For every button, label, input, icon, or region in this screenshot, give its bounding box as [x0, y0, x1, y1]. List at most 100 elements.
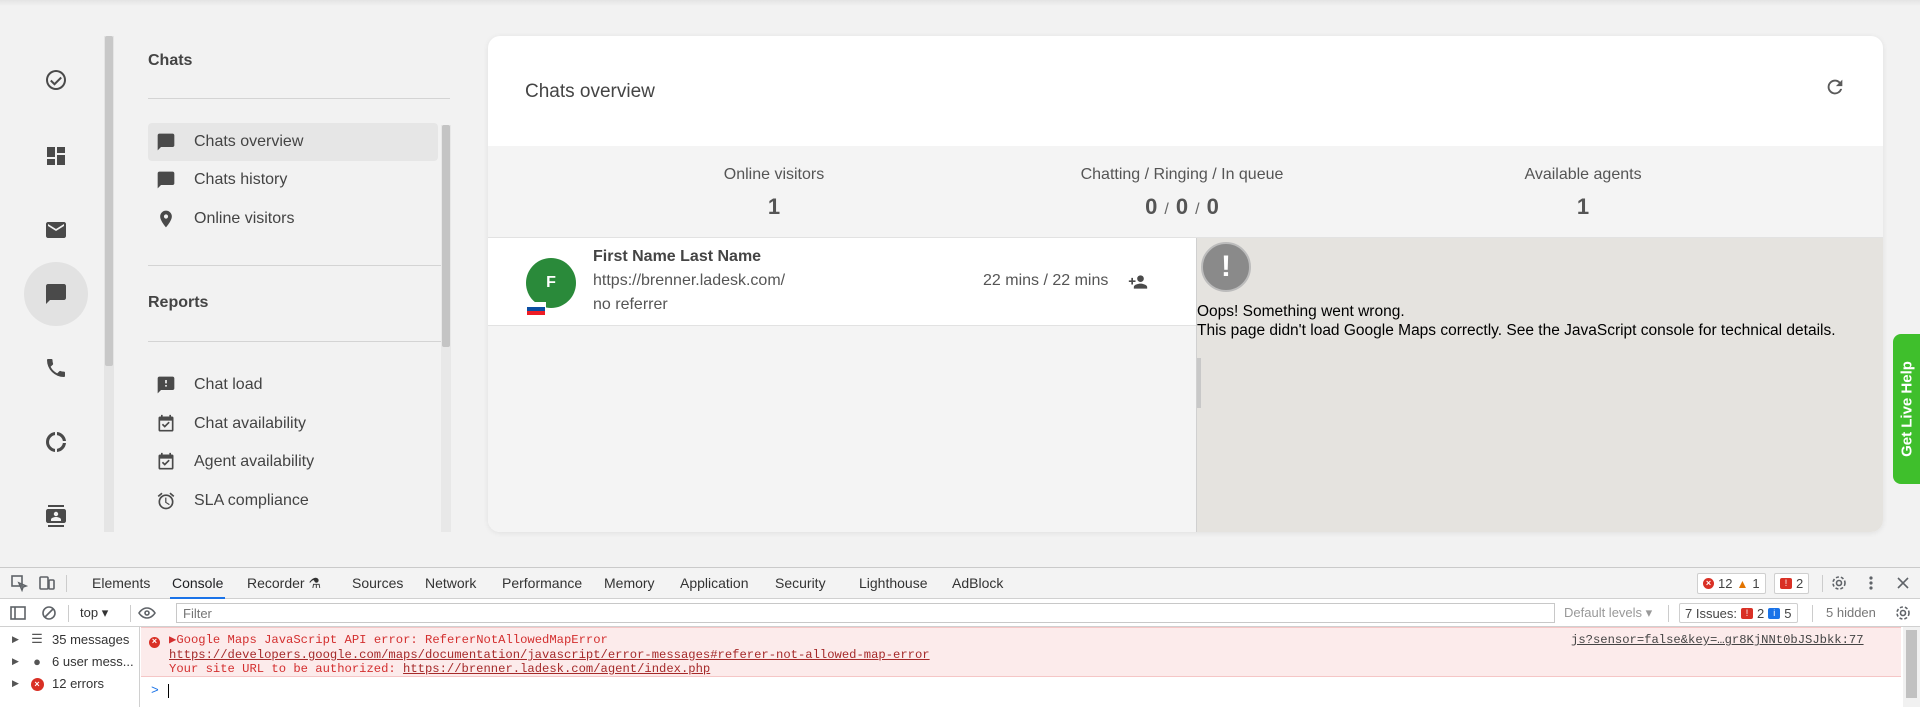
calendar-check-icon — [158, 452, 174, 470]
divider — [1812, 605, 1813, 622]
nav-item-label: Chats history — [194, 171, 288, 188]
tab-sources[interactable]: Sources — [350, 568, 405, 599]
page-title: Chats overview — [525, 81, 655, 102]
console-settings-gear-icon[interactable] — [1894, 604, 1912, 622]
nav-item-label: Chat availability — [194, 415, 307, 432]
devtools-tabbar: Elements Console Recorder ⚗ Sources Netw… — [0, 568, 1920, 599]
device-toolbar-icon[interactable] — [38, 574, 56, 592]
tab-security[interactable]: Security — [773, 568, 828, 599]
slovakia-flag-icon — [526, 302, 546, 316]
console-scroll-thumb[interactable] — [1906, 630, 1917, 698]
error-line: ▶Google Maps JavaScript API error: Refer… — [169, 632, 608, 647]
tab-network[interactable]: Network — [423, 568, 478, 599]
error-text: Your site URL to be authorized: — [169, 662, 404, 676]
console-toolbar: top ▾ Default levels ▾ 7 Issues: ! 2 i 5… — [0, 599, 1920, 627]
ringing-count: 0 — [1175, 194, 1189, 219]
invite-visitor-button[interactable] — [1128, 272, 1148, 292]
live-help-label: Get Live Help — [1898, 361, 1915, 457]
issues-counter[interactable]: ! 2 — [1774, 573, 1810, 594]
log-levels-dropdown[interactable]: Default levels ▾ — [1564, 599, 1652, 627]
tab-adblock[interactable]: AdBlock — [950, 568, 1005, 599]
visitor-row[interactable]: F First Name Last Name https://brenner.l… — [488, 238, 1196, 326]
rail-dashboard-icon[interactable] — [24, 124, 88, 188]
issue-error-icon: ! — [1741, 607, 1754, 619]
stat-chatting: Chatting / Ringing / In queue 0 / 0 / 0 — [1032, 166, 1332, 220]
error-source-link[interactable]: js?sensor=false&key=…gr8KjNNt0bJSJbkk:77 — [1571, 633, 1864, 647]
refresh-button[interactable] — [1824, 76, 1846, 98]
sidebar-item-user-messages[interactable]: ▶ ● 6 user mess... — [0, 651, 140, 671]
subnav-scroll-thumb[interactable] — [442, 125, 450, 347]
nav-item-sla-compliance[interactable]: SLA compliance — [148, 482, 438, 520]
live-expression-eye-icon[interactable] — [138, 604, 156, 622]
stats-bar: Online visitors 1 Chatting / Ringing / I… — [488, 146, 1883, 238]
tab-recorder[interactable]: Recorder ⚗ — [245, 568, 323, 599]
queue-count: 0 — [1206, 194, 1219, 219]
nav-item-chats-history[interactable]: Chats history — [148, 161, 438, 199]
rail-report-circle-icon[interactable] — [24, 410, 88, 474]
map-error-line: This page didn't load Google Maps correc… — [1197, 322, 1836, 339]
get-live-help-button[interactable]: Get Live Help — [1893, 334, 1920, 484]
hidden-count: 5 hidden — [1826, 605, 1876, 620]
tab-elements[interactable]: Elements — [90, 568, 152, 599]
context-label: top — [80, 605, 99, 620]
stat-value: 0 / 0 / 0 — [1032, 194, 1332, 220]
error-count: 12 — [1718, 576, 1733, 591]
divider — [1668, 605, 1669, 622]
console-error-message[interactable]: × ▶Google Maps JavaScript API error: Ref… — [141, 627, 1901, 677]
more-options-icon[interactable] — [1862, 574, 1880, 592]
tab-memory[interactable]: Memory — [602, 568, 657, 599]
map-resize-handle[interactable] — [1197, 358, 1201, 408]
issue-info-icon: i — [1768, 607, 1781, 619]
nav-item-chat-availability[interactable]: Chat availability — [148, 405, 438, 443]
nav-item-online-visitors[interactable]: Online visitors — [148, 200, 438, 238]
section-title-reports: Reports — [148, 294, 209, 311]
chat-bubble-icon — [157, 171, 175, 189]
inspect-element-icon[interactable] — [10, 574, 29, 593]
divider — [148, 265, 450, 266]
context-selector[interactable]: top ▾ — [80, 599, 108, 627]
separator: / — [1164, 201, 1169, 218]
rail-mail-icon[interactable] — [24, 198, 88, 262]
sidebar-toggle-icon[interactable] — [9, 604, 27, 622]
console-sidebar: ▶ ☰ 35 messages ▶ ● 6 user mess... ▶ × 1… — [0, 627, 140, 707]
tab-application[interactable]: Application — [678, 568, 751, 599]
flask-icon: ⚗ — [308, 575, 322, 591]
rail-phone-icon[interactable] — [24, 336, 88, 400]
nav-item-chats-overview[interactable]: Chats overview — [148, 123, 438, 161]
clear-console-icon[interactable] — [40, 604, 58, 622]
sidebar-item-label: 12 errors — [52, 675, 105, 691]
rail-contacts-icon[interactable] — [24, 484, 88, 548]
tab-lighthouse[interactable]: Lighthouse — [857, 568, 930, 599]
tab-console[interactable]: Console — [170, 568, 226, 599]
subnav-scrollbar[interactable] — [441, 125, 451, 532]
error-docs-link[interactable]: https://developers.google.com/maps/docum… — [169, 648, 930, 662]
nav-item-label: Chat load — [194, 376, 263, 393]
rail-scrollbar[interactable] — [104, 36, 114, 532]
console-input-caret[interactable] — [168, 684, 169, 698]
issue-count: 2 — [1796, 576, 1804, 591]
visitor-map: ! Oops! Something went wrong. This page … — [1196, 238, 1883, 532]
refresh-icon — [1827, 79, 1843, 95]
chats-overview-card: Chats overview Online visitors 1 Chattin… — [488, 36, 1883, 532]
rail-scroll-thumb[interactable] — [105, 36, 113, 366]
nav-item-agent-availability[interactable]: Agent availability — [148, 443, 438, 481]
error-warning-counter[interactable]: × 12 ▲ 1 — [1697, 573, 1766, 594]
console-scrollbar[interactable] — [1903, 627, 1920, 707]
issues-button[interactable]: 7 Issues: ! 2 i 5 — [1679, 603, 1798, 623]
settings-gear-icon[interactable] — [1830, 574, 1848, 592]
divider — [130, 605, 131, 622]
tab-performance[interactable]: Performance — [500, 568, 584, 599]
chat-alert-icon — [157, 376, 175, 394]
console-filter-input[interactable] — [176, 603, 1555, 623]
sidebar-item-messages[interactable]: ▶ ☰ 35 messages — [0, 629, 140, 649]
console-prompt: > — [151, 683, 159, 698]
close-icon[interactable] — [1894, 574, 1912, 592]
sidebar-item-errors[interactable]: ▶ × 12 errors — [0, 673, 140, 693]
rail-check-circle-icon[interactable] — [24, 48, 88, 112]
visitor-url: https://brenner.ladesk.com/ — [593, 272, 786, 289]
site-url-link[interactable]: https://brenner.ladesk.com/agent/index.p… — [403, 662, 710, 676]
visitor-list: F First Name Last Name https://brenner.l… — [488, 238, 1196, 532]
separator: / — [1195, 201, 1200, 218]
rail-chat-icon[interactable] — [24, 262, 88, 326]
nav-item-chat-load[interactable]: Chat load — [148, 366, 438, 404]
